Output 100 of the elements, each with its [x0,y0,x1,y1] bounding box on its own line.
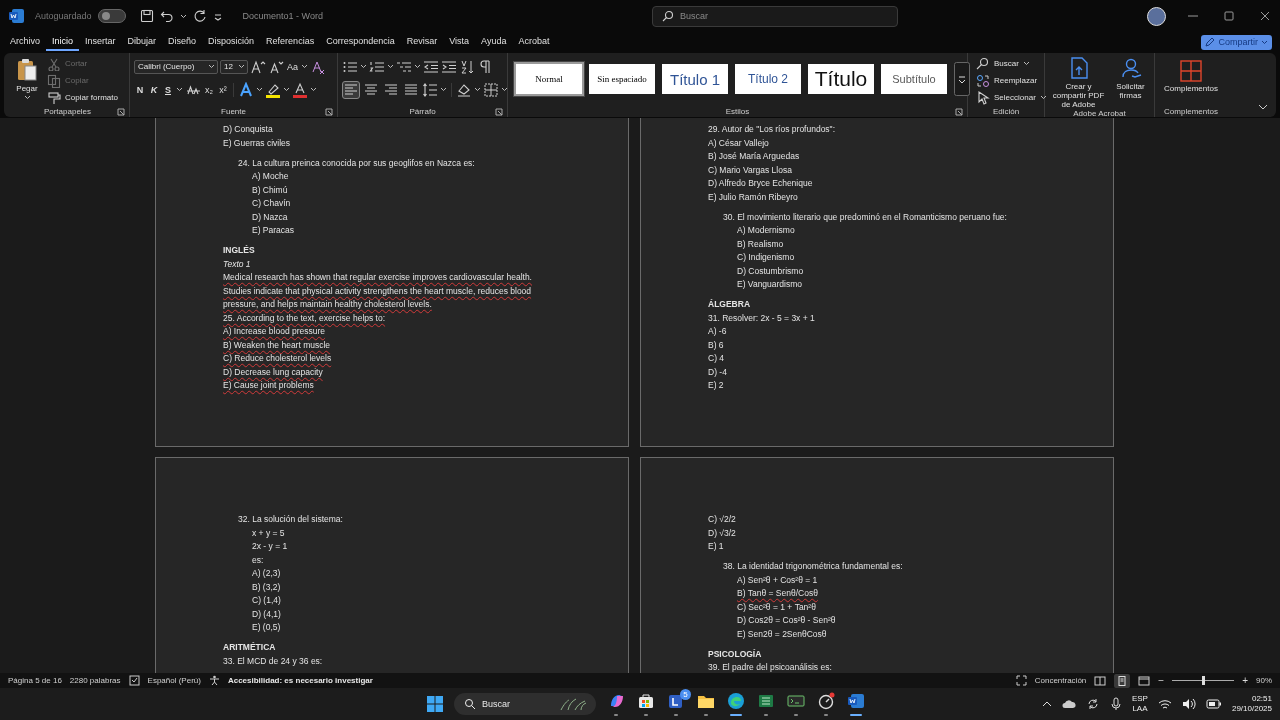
save-icon[interactable] [139,9,154,23]
line-spacing-icon[interactable] [422,81,438,98]
chevron-up-icon[interactable] [1041,700,1052,708]
change-case-button[interactable]: Aa [286,61,299,72]
browser-icon[interactable] [727,692,745,710]
dialog-launcher-icon[interactable] [955,108,963,116]
zoom-out-button[interactable]: − [1158,675,1165,686]
editing-button[interactable]: Reemplazar [976,73,1047,88]
keyboard-language[interactable]: ESP [1131,694,1148,704]
autosave-toggle[interactable] [97,9,126,23]
store-icon[interactable] [637,692,655,710]
clock-date[interactable]: 29/10/2025 [1231,704,1272,714]
add-ins-button[interactable]: Complementos [1164,56,1218,93]
caret-icon[interactable] [501,87,508,92]
read-mode-icon[interactable] [1094,675,1107,686]
borders-icon[interactable] [483,81,499,98]
menu-tab[interactable]: Vista [443,33,476,51]
menu-tab[interactable]: Revisar [400,33,444,51]
collapse-ribbon-icon[interactable] [1258,103,1268,111]
paste-button[interactable]: Pegar [10,56,44,100]
sync-icon[interactable] [1085,697,1100,711]
caret-icon[interactable] [440,87,447,92]
editing-button[interactable]: Seleccionar [976,90,1047,105]
more-styles-icon[interactable] [954,62,970,96]
menu-tab[interactable]: Acrobat [512,33,556,51]
style-item[interactable]: Título 2 [733,62,803,96]
caret-icon[interactable] [474,87,481,92]
style-item[interactable]: Título [806,62,876,96]
cloud-icon[interactable] [1061,698,1076,710]
zoom-level[interactable]: 90% [1256,676,1272,685]
editing-button[interactable]: Buscar [976,56,1047,71]
caret-icon[interactable] [310,87,317,92]
gauge-app-icon[interactable] [817,692,835,710]
proofing-icon[interactable] [128,675,140,686]
avatar[interactable] [1147,6,1166,26]
print-layout-button[interactable] [1114,673,1131,688]
keyboard-layout[interactable]: LAA [1132,704,1148,714]
acrobat-button[interactable]: Solicitar firmas [1112,56,1149,100]
text-effects-icon[interactable] [238,81,254,98]
spreadsheet-app-icon[interactable] [757,692,775,710]
focus-icon[interactable] [1015,675,1027,686]
font-size-field[interactable]: 12 [220,59,248,74]
customize-icon[interactable] [212,11,223,21]
zoom-slider-thumb[interactable] [1202,676,1206,685]
windows-start-icon[interactable] [426,695,444,713]
menu-tab[interactable]: Archivo [4,33,46,51]
caret-icon[interactable] [283,87,290,92]
word-count[interactable]: 2280 palabras [69,676,121,685]
people-app-icon[interactable] [667,692,685,710]
caret-icon[interactable] [301,64,308,69]
dialog-launcher-icon[interactable] [325,108,333,116]
accessibility-icon[interactable] [208,675,220,686]
style-item[interactable]: Normal [514,62,584,96]
style-item[interactable]: Subtítulo [879,62,949,96]
zoom-in-button[interactable]: + [1242,675,1248,686]
caret-icon[interactable] [179,13,187,19]
dialog-launcher-icon[interactable] [495,108,503,116]
undo-icon[interactable] [159,9,174,23]
clipboard-button[interactable]: Copiar formato [47,90,118,105]
menu-tab[interactable]: Diseño [162,33,203,51]
format-button[interactable]: S [162,84,174,95]
increase-indent-icon[interactable] [441,58,457,75]
menu-tab[interactable]: Referencias [260,33,321,51]
word-app-icon[interactable] [847,692,865,710]
terminal-app-icon[interactable] [787,692,805,710]
caret-icon[interactable] [256,87,263,92]
caret-icon[interactable] [360,64,367,69]
style-item[interactable]: Sin espaciado [587,62,657,96]
grow-font-icon[interactable] [250,58,266,75]
pilcrow-icon[interactable] [477,58,493,75]
font-color-icon[interactable] [292,81,308,98]
decrease-indent-icon[interactable] [423,58,439,75]
menu-tab[interactable]: Insertar [79,33,122,51]
focus-mode-button[interactable]: Concentración [1034,676,1087,685]
script-button[interactable]: x₂ [203,84,215,95]
menu-tab[interactable]: Inicio [46,33,80,51]
style-item[interactable]: Título 1 [660,62,730,96]
align-left-button[interactable] [342,80,360,99]
accessibility-status[interactable]: Accesibilidad: es necesario investigar [227,676,373,685]
menu-tab[interactable]: Dibujar [121,33,163,51]
microphone-icon[interactable] [1109,697,1122,711]
taskbar-search-field[interactable]: Buscar [454,693,596,715]
battery-icon[interactable] [1205,699,1222,709]
volume-icon[interactable] [1181,698,1196,710]
script-button[interactable]: x² [217,84,229,95]
clock-time[interactable]: 02:51 [1251,694,1272,704]
caret-icon[interactable] [414,64,421,69]
font-name-field[interactable]: Calibri (Cuerpo) [134,59,218,74]
search-field[interactable]: Buscar [651,5,898,27]
format-button[interactable]: N [134,84,146,95]
redo-icon[interactable] [192,9,207,23]
caret-icon[interactable] [176,87,183,92]
menu-tab[interactable]: Ayuda [475,33,513,51]
acrobat-button[interactable]: Crear y compartir PDF de Adobe [1050,56,1107,109]
caret-icon[interactable] [387,64,394,69]
sort-icon[interactable] [459,58,475,75]
menu-tab[interactable]: Correspondencia [320,33,401,51]
dialog-launcher-icon[interactable] [117,108,125,116]
wifi-icon[interactable] [1157,698,1172,710]
menu-tab[interactable]: Disposición [202,33,261,51]
